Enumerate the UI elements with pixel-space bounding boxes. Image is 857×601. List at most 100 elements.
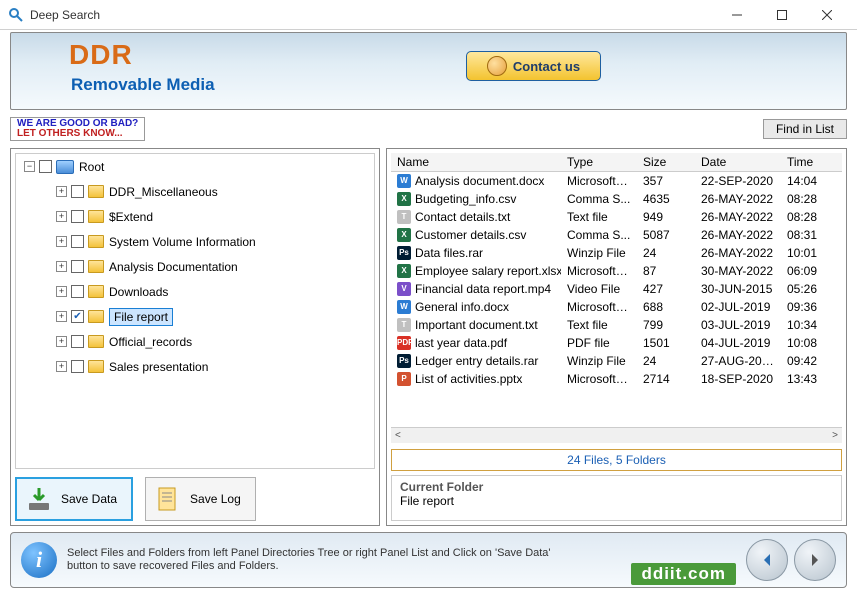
col-header-time[interactable]: Time <box>781 153 831 171</box>
file-type: PDF file <box>561 334 637 352</box>
tree-item-label: Downloads <box>109 285 168 299</box>
expand-icon[interactable]: + <box>56 186 67 197</box>
nav-back-button[interactable] <box>746 539 788 581</box>
col-header-date[interactable]: Date <box>695 153 781 171</box>
tree-item[interactable]: +Analysis Documentation <box>16 254 374 279</box>
file-row[interactable]: PsLedger entry details.rarWinzip File242… <box>391 352 842 370</box>
directory-tree[interactable]: − Root + DDR_Miscellaneous + $Extend +System… <box>15 153 375 469</box>
expand-icon[interactable]: + <box>56 336 67 347</box>
file-size: 24 <box>637 244 695 262</box>
tree-item[interactable]: + ✔ File report <box>16 304 374 329</box>
file-time: 13:43 <box>781 370 831 388</box>
tree-checkbox[interactable] <box>39 160 52 173</box>
tree-checkbox[interactable] <box>71 185 84 198</box>
file-time: 14:04 <box>781 172 831 190</box>
file-type-icon: P <box>397 372 411 386</box>
tree-item[interactable]: + $Extend <box>16 204 374 229</box>
close-button[interactable] <box>804 0 849 30</box>
file-type: Comma S... <box>561 190 637 208</box>
file-row[interactable]: WGeneral info.docxMicrosoft S...68802-JU… <box>391 298 842 316</box>
tree-item-label: File report <box>109 308 173 326</box>
file-row[interactable]: PsData files.rarWinzip File2426-MAY-2022… <box>391 244 842 262</box>
file-row[interactable]: TImportant document.txtText file79903-JU… <box>391 316 842 334</box>
maximize-button[interactable] <box>759 0 804 30</box>
file-time: 05:26 <box>781 280 831 298</box>
tree-root[interactable]: − Root <box>16 154 374 179</box>
folder-icon <box>88 310 104 323</box>
watermark: ddiit.com <box>631 563 736 585</box>
expand-icon[interactable]: + <box>56 361 67 372</box>
expand-icon[interactable]: + <box>56 286 67 297</box>
file-size: 357 <box>637 172 695 190</box>
file-type: Microsoft S... <box>561 370 637 388</box>
tree-item[interactable]: +Official_records <box>16 329 374 354</box>
col-header-name[interactable]: Name <box>391 153 561 171</box>
file-date: 26-MAY-2022 <box>695 208 781 226</box>
file-summary: 24 Files, 5 Folders <box>391 449 842 471</box>
file-date: 03-JUL-2019 <box>695 316 781 334</box>
folder-icon <box>88 285 104 298</box>
header-banner: DDR Removable Media Contact us <box>10 32 847 110</box>
tree-checkbox[interactable] <box>71 210 84 223</box>
col-header-size[interactable]: Size <box>637 153 695 171</box>
file-size: 799 <box>637 316 695 334</box>
col-header-type[interactable]: Type <box>561 153 637 171</box>
file-name: List of activities.pptx <box>415 372 522 386</box>
tree-item-label: $Extend <box>109 210 153 224</box>
tree-checkbox[interactable] <box>71 335 84 348</box>
tree-item[interactable]: + Sales presentation <box>16 354 374 379</box>
save-data-button[interactable]: Save Data <box>15 477 133 521</box>
tree-item[interactable]: +System Volume Information <box>16 229 374 254</box>
file-list[interactable]: WAnalysis document.docxMicrosoft S...357… <box>391 172 842 427</box>
file-row[interactable]: XBudgeting_info.csvComma S...463526-MAY-… <box>391 190 842 208</box>
file-size: 4635 <box>637 190 695 208</box>
file-row[interactable]: TContact details.txtText file94926-MAY-2… <box>391 208 842 226</box>
find-in-list-button[interactable]: Find in List <box>763 119 847 139</box>
file-row[interactable]: WAnalysis document.docxMicrosoft S...357… <box>391 172 842 190</box>
expand-icon[interactable]: + <box>56 211 67 222</box>
save-log-icon <box>154 485 182 513</box>
tree-checkbox[interactable]: ✔ <box>71 310 84 323</box>
tree-item-label: DDR_Miscellaneous <box>109 185 218 199</box>
expand-icon[interactable]: − <box>24 161 35 172</box>
expand-icon[interactable]: + <box>56 261 67 272</box>
nav-forward-button[interactable] <box>794 539 836 581</box>
contact-us-button[interactable]: Contact us <box>466 51 601 81</box>
tree-checkbox[interactable] <box>71 260 84 273</box>
file-size: 24 <box>637 352 695 370</box>
save-log-button[interactable]: Save Log <box>145 477 256 521</box>
tree-item[interactable]: + Downloads <box>16 279 374 304</box>
file-name: Data files.rar <box>415 246 483 260</box>
file-name: Budgeting_info.csv <box>415 192 516 206</box>
minimize-button[interactable] <box>714 0 759 30</box>
file-type-icon: W <box>397 300 411 314</box>
file-size: 688 <box>637 298 695 316</box>
file-row[interactable]: XCustomer details.csvComma S...508726-MA… <box>391 226 842 244</box>
footer-bar: i Select Files and Folders from left Pan… <box>10 532 847 588</box>
file-row[interactable]: XEmployee salary report.xlsxMicrosoft S.… <box>391 262 842 280</box>
file-time: 10:34 <box>781 316 831 334</box>
tree-checkbox[interactable] <box>71 235 84 248</box>
review-box[interactable]: WE ARE GOOD OR BAD? LET OTHERS KNOW... <box>10 117 145 141</box>
file-type-icon: V <box>397 282 411 296</box>
file-row[interactable]: PList of activities.pptxMicrosoft S...27… <box>391 370 842 388</box>
tree-checkbox[interactable] <box>71 285 84 298</box>
file-size: 87 <box>637 262 695 280</box>
file-date: 26-MAY-2022 <box>695 226 781 244</box>
file-row[interactable]: VFinancial data report.mp4Video File4273… <box>391 280 842 298</box>
file-date: 30-JUN-2015 <box>695 280 781 298</box>
horizontal-scrollbar[interactable]: <> <box>391 427 842 443</box>
expand-icon[interactable]: + <box>56 311 67 322</box>
file-type: Video File <box>561 280 637 298</box>
file-size: 427 <box>637 280 695 298</box>
contact-label: Contact us <box>513 59 580 74</box>
tree-checkbox[interactable] <box>71 360 84 373</box>
tree-item[interactable]: + DDR_Miscellaneous <box>16 179 374 204</box>
tree-item-label: Sales presentation <box>109 360 208 374</box>
file-time: 08:31 <box>781 226 831 244</box>
expand-icon[interactable]: + <box>56 236 67 247</box>
sub-toolbar: WE ARE GOOD OR BAD? LET OTHERS KNOW... F… <box>10 116 847 142</box>
file-row[interactable]: PDFlast year data.pdfPDF file150104-JUL-… <box>391 334 842 352</box>
file-date: 27-AUG-2015 <box>695 352 781 370</box>
file-type: Comma S... <box>561 226 637 244</box>
